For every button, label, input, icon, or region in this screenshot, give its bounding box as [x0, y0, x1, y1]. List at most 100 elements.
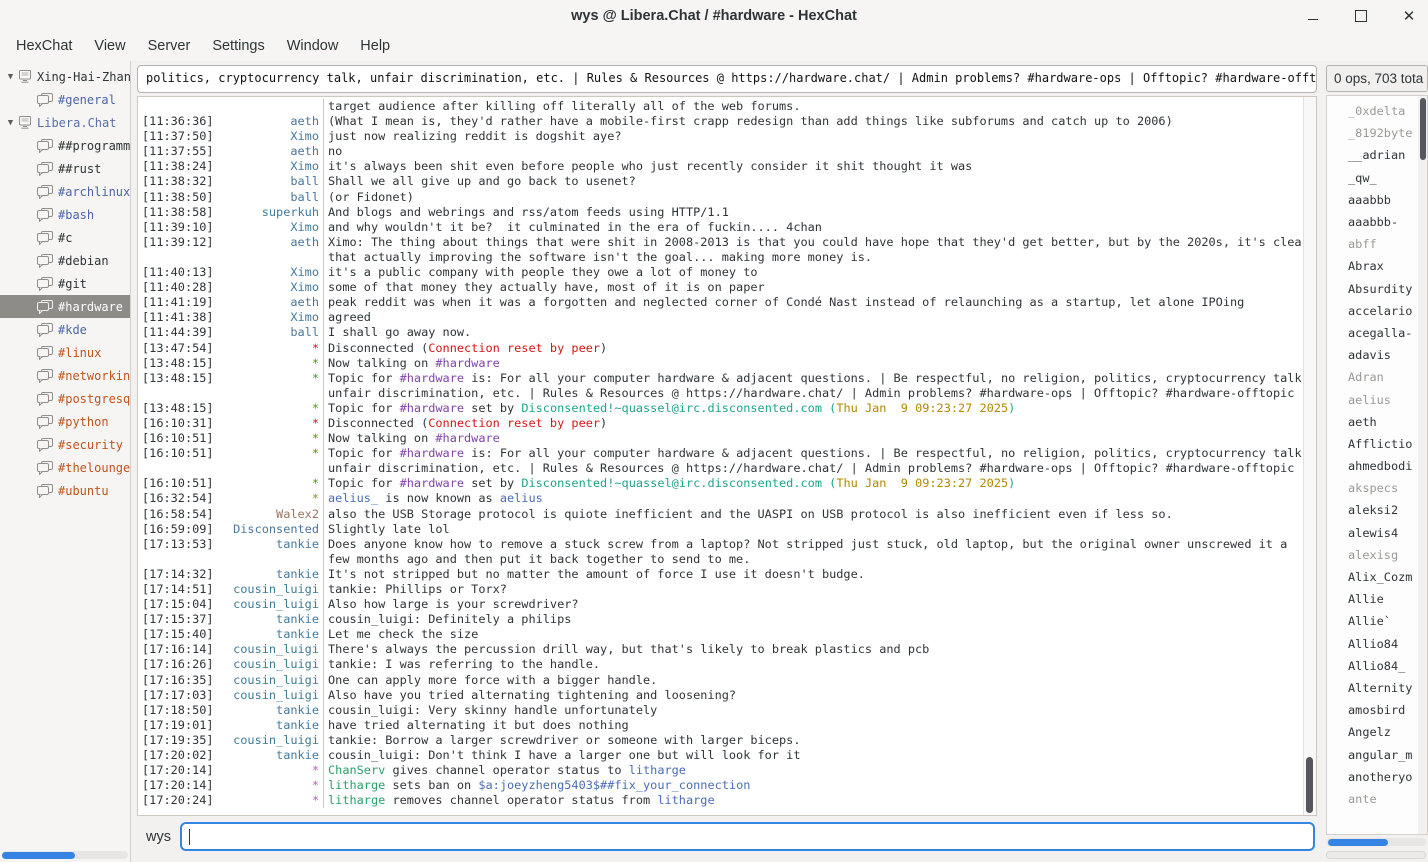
chat-vscrollbar[interactable]	[1303, 97, 1316, 815]
menu-hexchat[interactable]: HexChat	[5, 34, 83, 58]
userlist-item-allio84[interactable]: Allio84	[1327, 633, 1418, 655]
message-text: cousin_luigi: Definitely a philips	[324, 612, 1303, 627]
expander-icon[interactable]: ▼	[3, 72, 18, 82]
menu-settings[interactable]: Settings	[201, 34, 275, 58]
nick: cousin_luigi	[213, 582, 319, 597]
timestamp: [11:36:36]	[138, 114, 213, 129]
chat-line: [17:16:14]cousin_luigiThere's always the…	[138, 642, 1303, 657]
topic-input[interactable]: politics, cryptocurrency talk, unfair di…	[137, 65, 1317, 93]
channel-programming[interactable]: ##programming	[0, 134, 130, 157]
userlist-vscrollbar[interactable]	[1418, 96, 1427, 834]
menu-window[interactable]: Window	[276, 34, 350, 58]
userlist-item-adavis[interactable]: adavis	[1327, 344, 1418, 366]
timestamp: [11:38:50]	[138, 190, 213, 205]
chat-line: [17:13:53]tankieDoes anyone know how to …	[138, 537, 1303, 552]
channel-tree-hscrollbar[interactable]	[2, 851, 128, 859]
channel-c[interactable]: #c	[0, 226, 130, 249]
nick: Ximo	[213, 220, 319, 235]
userlist-item-abrax[interactable]: Abrax	[1327, 255, 1418, 277]
timestamp: [16:32:54]	[138, 491, 213, 506]
userlist-item-0xdelta[interactable]: _0xdelta	[1327, 100, 1418, 122]
close-icon[interactable]: ✕	[1400, 7, 1418, 25]
expander-icon[interactable]: ▼	[3, 118, 18, 128]
userlist-item-accelario[interactable]: accelario	[1327, 300, 1418, 322]
userlist-item-absurdity[interactable]: Absurdity	[1327, 278, 1418, 300]
channel-git[interactable]: #git	[0, 272, 130, 295]
channel-hardware[interactable]: #hardware	[0, 295, 130, 318]
message-text: Shall we all give up and go back to usen…	[324, 174, 1303, 189]
userlist-hscrollbar-track[interactable]	[1326, 851, 1426, 859]
event-star: *	[213, 491, 319, 506]
channel-security[interactable]: #security	[0, 433, 130, 456]
channel-linux[interactable]: #linux	[0, 341, 130, 364]
chat-line: [17:17:03]cousin_luigiAlso have you trie…	[138, 688, 1303, 703]
timestamp: [11:37:50]	[138, 129, 213, 144]
minimize-icon[interactable]	[1304, 7, 1322, 25]
userlist-item-angular-m[interactable]: angular_m	[1327, 743, 1418, 765]
network-libera-chat[interactable]: ▼Libera.Chat	[0, 111, 130, 134]
userlist-item-aleksi2[interactable]: aleksi2	[1327, 499, 1418, 521]
channel-debian[interactable]: #debian	[0, 249, 130, 272]
scrollbar-thumb[interactable]	[2, 852, 75, 859]
message-text: Topic for #hardware is: For all your com…	[324, 371, 1303, 386]
userlist-item-aaabbb[interactable]: aaabbb-	[1327, 211, 1418, 233]
message-text: cousin_luigi: Very skinny handle unfortu…	[324, 703, 1303, 718]
userlist-item-ahmedbodi[interactable]: ahmedbodi	[1327, 455, 1418, 477]
channel-kde[interactable]: #kde	[0, 318, 130, 341]
event-star: *	[213, 341, 319, 356]
channel-ubuntu[interactable]: #ubuntu	[0, 479, 130, 502]
userlist-item-acegalla[interactable]: acegalla-	[1327, 322, 1418, 344]
scrollbar-thumb[interactable]	[1328, 839, 1388, 846]
userlist-hscrollbar[interactable]	[1326, 838, 1426, 846]
userlist-item-adran[interactable]: Adran	[1327, 366, 1418, 388]
event-star: *	[213, 431, 319, 446]
nick: Ximo	[213, 265, 319, 280]
userlist-item-abff[interactable]: abff	[1327, 233, 1418, 255]
userlist-item-afflictio[interactable]: Afflictio	[1327, 433, 1418, 455]
userlist-item-akspecs[interactable]: akspecs	[1327, 477, 1418, 499]
userlist-item-anotheryo[interactable]: anotheryo	[1327, 766, 1418, 788]
tree-label: #hardware	[58, 300, 123, 314]
channel-networking[interactable]: #networking	[0, 364, 130, 387]
message-text: peak reddit was when it was a forgotten …	[324, 295, 1303, 310]
userlist-item-allie[interactable]: Allie	[1327, 588, 1418, 610]
userlist-item-alexisg[interactable]: alexisg	[1327, 544, 1418, 566]
userlist-item-aelius[interactable]: aelius	[1327, 388, 1418, 410]
scrollbar-thumb[interactable]	[1306, 757, 1313, 813]
userlist-item-alternity[interactable]: Alternity	[1327, 677, 1418, 699]
userlist-item-allio84[interactable]: Allio84_	[1327, 655, 1418, 677]
timestamp: [17:15:37]	[138, 612, 213, 627]
userlist-item-ante[interactable]: ante	[1327, 788, 1418, 810]
menu-help[interactable]: Help	[349, 34, 401, 58]
maximize-icon[interactable]	[1352, 7, 1370, 25]
network-xing-hai-zhan[interactable]: ▼Xing-Hai-Zhan	[0, 65, 130, 88]
channel-thelounge[interactable]: #thelounge	[0, 456, 130, 479]
scrollbar-thumb[interactable]	[1420, 98, 1426, 160]
menu-server[interactable]: Server	[137, 34, 202, 58]
channel-rust[interactable]: ##rust	[0, 157, 130, 180]
userlist-item-alix-cozm[interactable]: Alix_Cozm	[1327, 566, 1418, 588]
message-input[interactable]	[180, 822, 1315, 851]
userlist-item-amosbird[interactable]: amosbird	[1327, 699, 1418, 721]
userlist-item-angelz[interactable]: Angelz	[1327, 721, 1418, 743]
channel-python[interactable]: #python	[0, 410, 130, 433]
nick: tankie	[213, 612, 319, 627]
menu-view[interactable]: View	[83, 34, 136, 58]
userlist-item-aaabbb[interactable]: aaabbb	[1327, 189, 1418, 211]
userlist-item-alewis4[interactable]: alewis4	[1327, 522, 1418, 544]
userlist-item-8192byte[interactable]: _8192byte	[1327, 122, 1418, 144]
userlist-item-qw[interactable]: _qw_	[1327, 167, 1418, 189]
timestamp: [11:37:55]	[138, 144, 213, 159]
chat-line: [17:16:26]cousin_luigitankie: I was refe…	[138, 657, 1303, 672]
timestamp: [17:14:32]	[138, 567, 213, 582]
channel-icon	[37, 369, 53, 383]
userlist-item-allie[interactable]: Allie`	[1327, 610, 1418, 632]
channel-general[interactable]: #general	[0, 88, 130, 111]
channel-bash[interactable]: #bash	[0, 203, 130, 226]
userlist-item-aeth[interactable]: aeth	[1327, 411, 1418, 433]
channel-postgresql[interactable]: #postgresql	[0, 387, 130, 410]
event-star: *	[213, 476, 319, 491]
chat-line: [16:59:09]DisconsentedSlightly late lol	[138, 522, 1303, 537]
channel-archlinux[interactable]: #archlinux	[0, 180, 130, 203]
userlist-item-adrian[interactable]: __adrian	[1327, 144, 1418, 166]
